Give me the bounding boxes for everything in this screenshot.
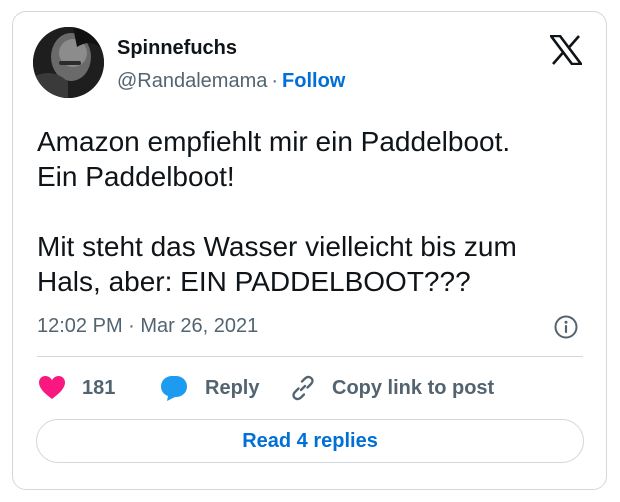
tweet-line-break	[37, 194, 597, 229]
like-count: 181	[82, 376, 116, 399]
tweet-line: Ein Paddelboot!	[37, 161, 235, 192]
tweet-line: Mit steht das Wasser vielleicht bis zum	[37, 231, 517, 262]
link-icon	[292, 375, 314, 401]
author-handle[interactable]: @Randalemama	[117, 70, 267, 92]
tweet-line: Amazon empfiehlt mir ein Paddelboot.	[37, 126, 511, 157]
copy-link-button[interactable]: Copy link to post	[289, 373, 494, 403]
tweet-timestamp[interactable]: 12:02 PM · Mar 26, 2021	[37, 315, 258, 338]
read-replies-label: Read 4 replies	[242, 429, 378, 452]
x-logo-icon[interactable]	[548, 34, 584, 66]
heart-icon	[39, 376, 65, 399]
like-button[interactable]: 181	[38, 373, 115, 403]
reply-button[interactable]: Reply	[160, 373, 259, 403]
avatar-photo	[33, 27, 104, 98]
author-display-name[interactable]: Spinnefuchs	[117, 37, 237, 60]
avatar[interactable]	[33, 27, 104, 98]
handle-separator: ·	[271, 70, 279, 92]
reply-label: Reply	[205, 376, 260, 399]
divider	[37, 356, 583, 357]
follow-link[interactable]: Follow	[282, 70, 345, 92]
author-handle-row: @Randalemama · Follow	[117, 70, 345, 93]
read-replies-button[interactable]: Read 4 replies	[36, 419, 584, 463]
reply-bubble-icon	[161, 375, 187, 401]
tweet-line: Hals, aber: EIN PADDELBOOT???	[37, 266, 471, 297]
info-icon[interactable]	[553, 314, 579, 340]
tweet-text: Amazon empfiehlt mir ein Paddelboot. Ein…	[37, 124, 597, 299]
copy-link-label: Copy link to post	[332, 376, 495, 399]
